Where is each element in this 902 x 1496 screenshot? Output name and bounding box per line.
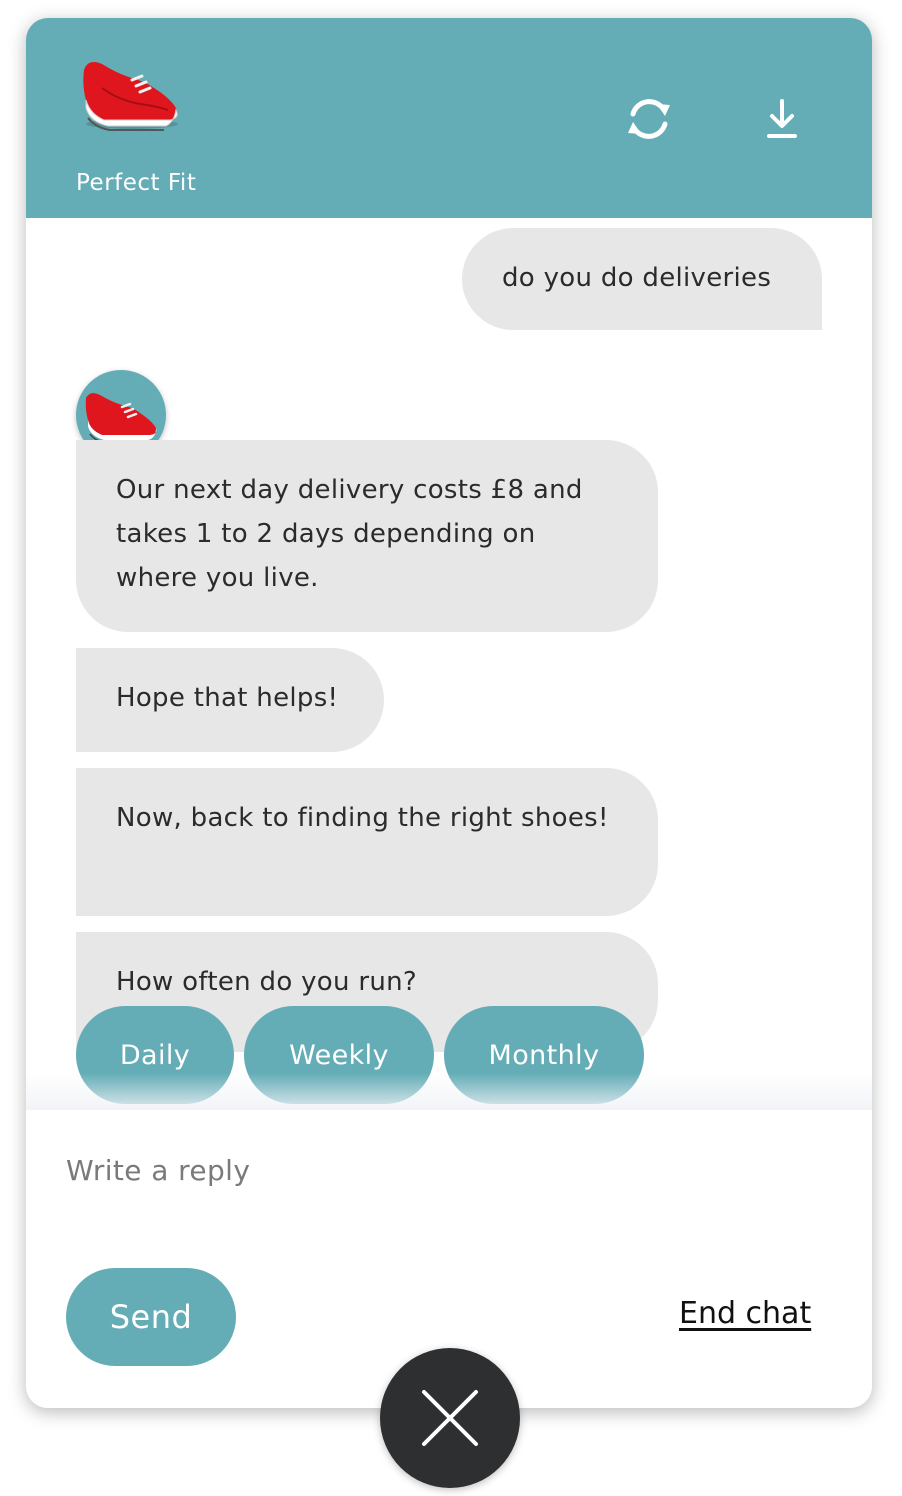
reply-input[interactable] [66, 1140, 826, 1200]
refresh-icon [628, 99, 670, 139]
message-list[interactable]: do you do deliveries Our next day delive… [26, 218, 872, 1108]
bot-message: Now, back to finding the right shoes! [76, 768, 658, 916]
download-button[interactable] [753, 90, 811, 148]
send-button[interactable]: Send [66, 1268, 236, 1366]
close-button[interactable] [380, 1348, 520, 1488]
shoe-logo-icon [74, 48, 186, 138]
chat-header: Perfect Fit [26, 18, 872, 218]
chat-widget: Perfect Fit do you do deliveries Our nex… [26, 18, 872, 1408]
end-chat-link[interactable]: End chat [679, 1296, 811, 1331]
user-message: do you do deliveries [462, 228, 822, 330]
refresh-button[interactable] [620, 90, 678, 148]
close-icon [422, 1390, 478, 1446]
bot-message: Hope that helps! [76, 648, 384, 752]
bot-message: Our next day delivery costs £8 and takes… [76, 440, 658, 632]
scroll-fade [26, 1073, 872, 1111]
download-icon [767, 99, 797, 138]
brand-name: Perfect Fit [76, 170, 197, 196]
